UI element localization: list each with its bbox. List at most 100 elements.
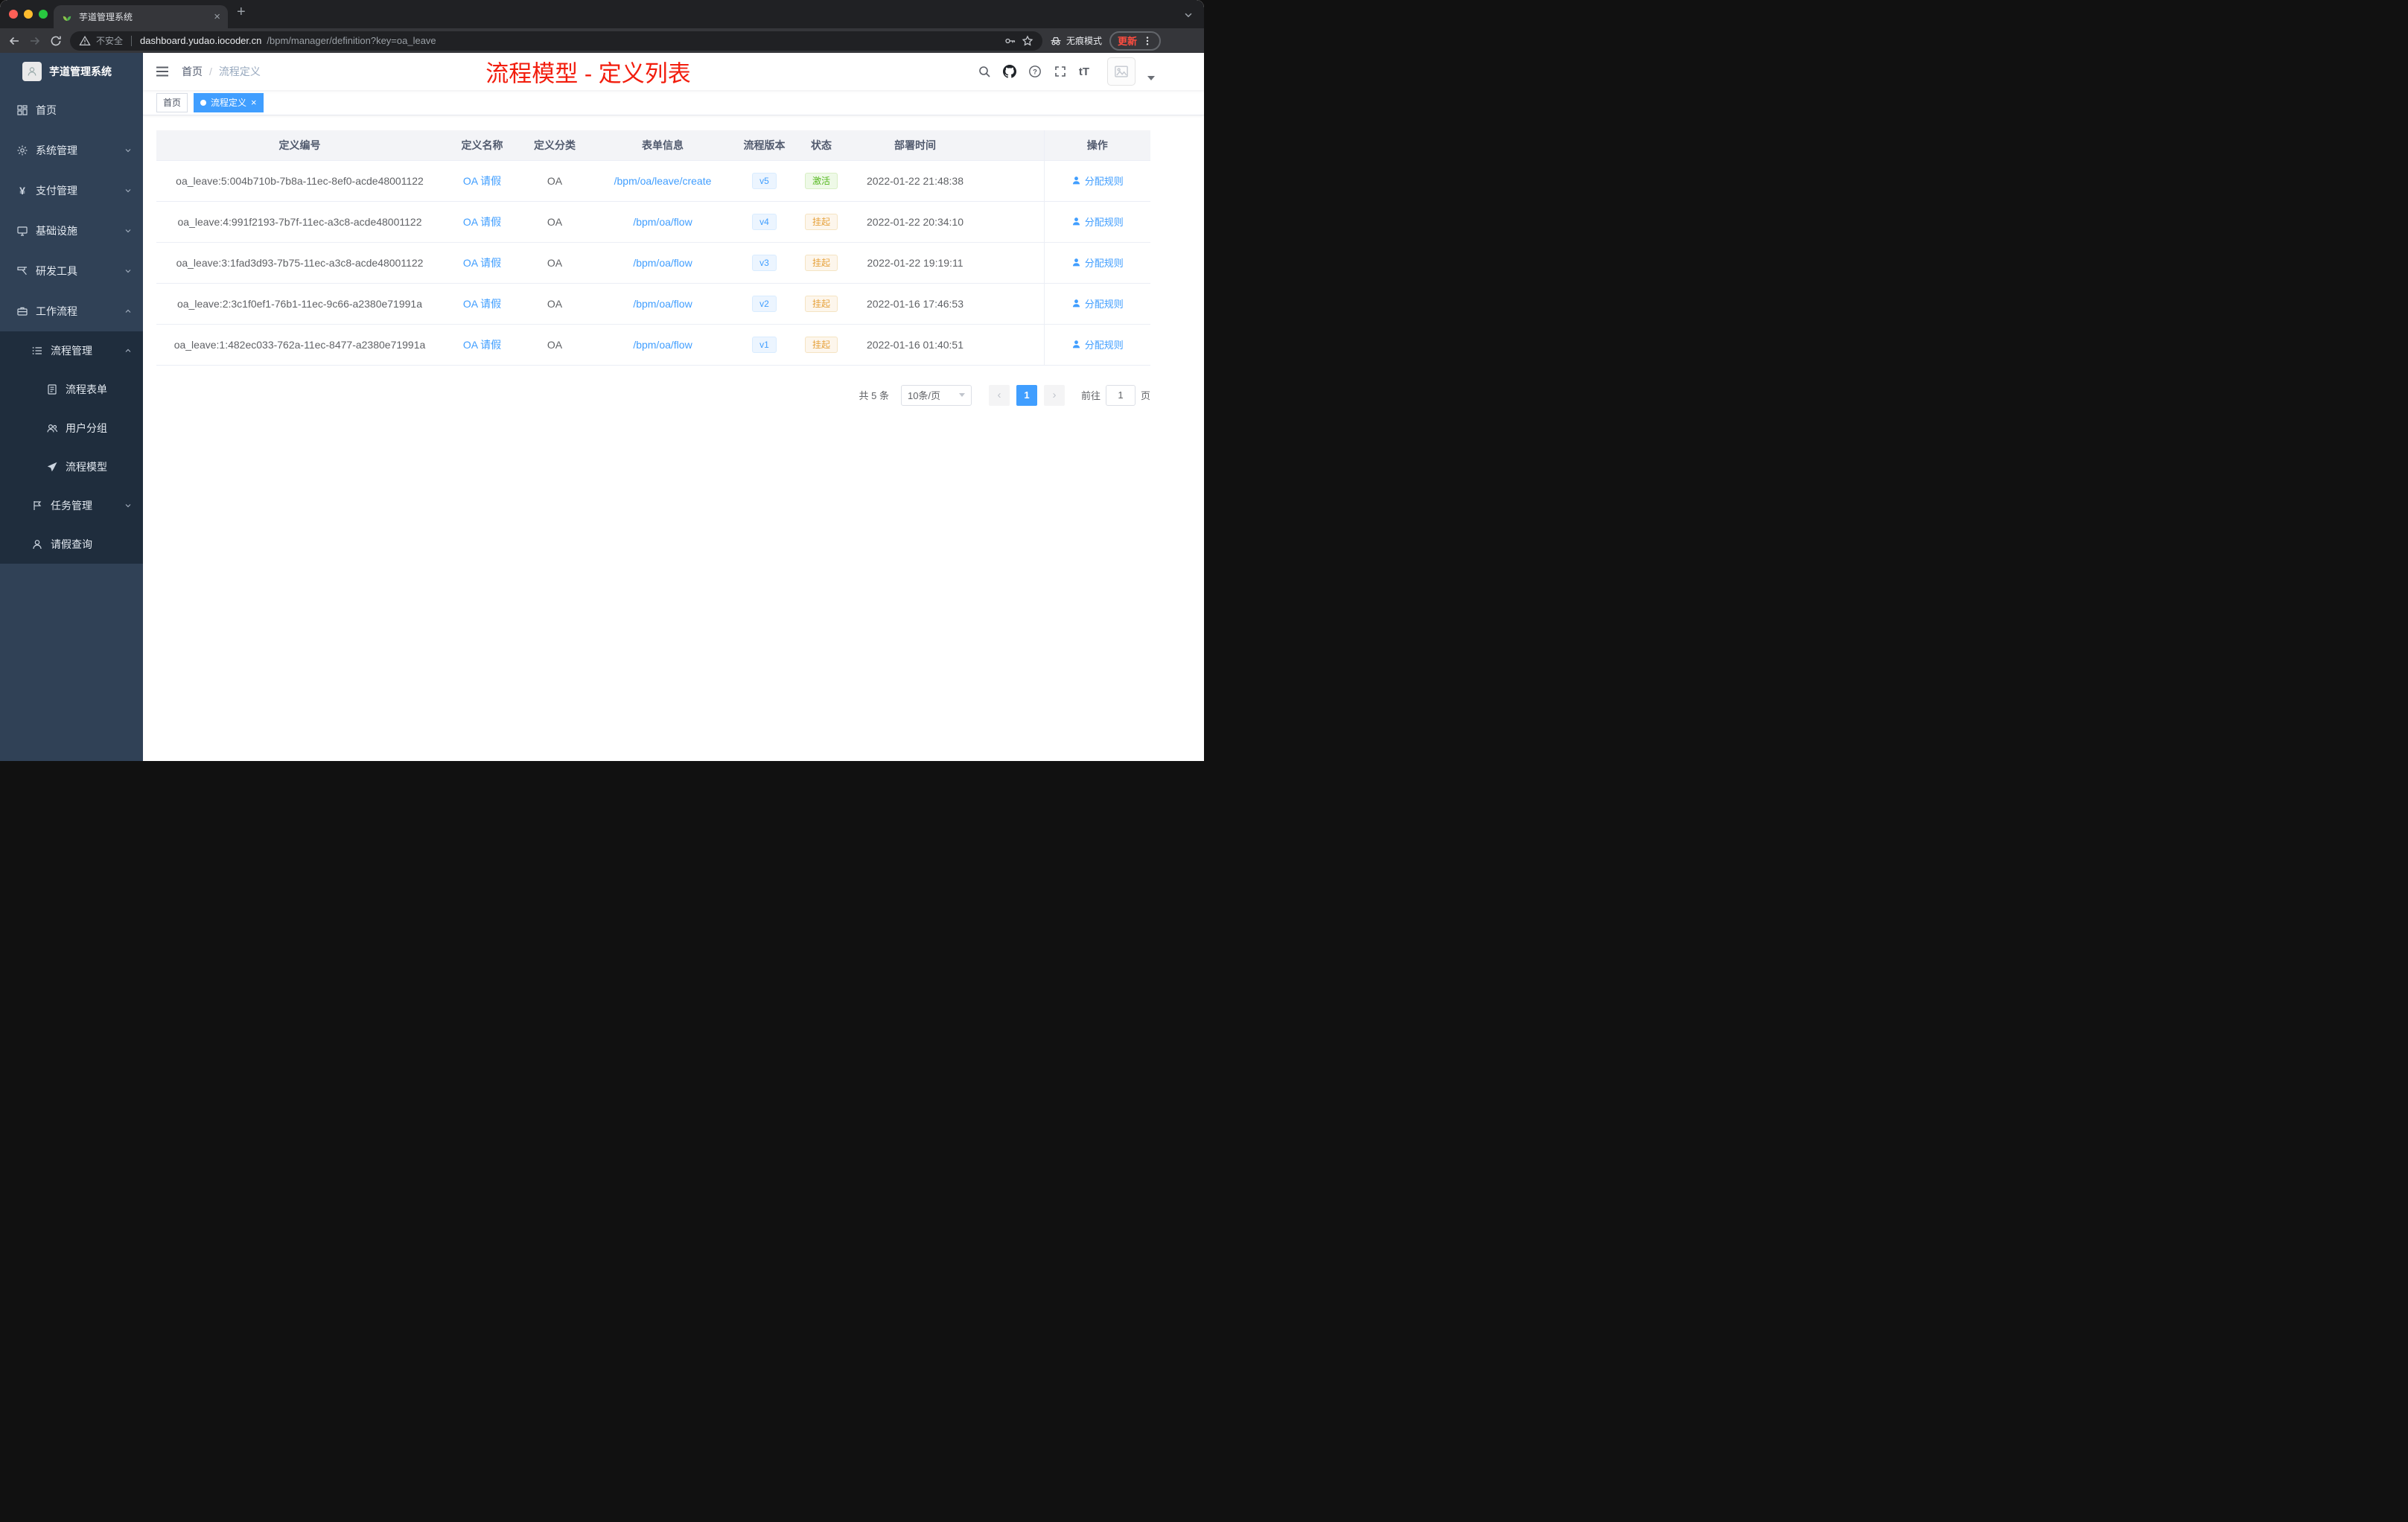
address-bar[interactable]: 不安全 dashboard.yudao.iocoder.cn /bpm/mana…	[70, 31, 1042, 51]
assign-rule-link[interactable]: 分配规则	[1071, 214, 1124, 229]
sidebar-item-label: 工作流程	[36, 305, 77, 317]
reload-icon[interactable]	[49, 34, 63, 48]
chevron-up-icon	[125, 348, 131, 352]
user-icon	[33, 540, 42, 550]
close-window-button[interactable]	[9, 10, 18, 19]
sidebar-item-system[interactable]: 系统管理	[0, 130, 143, 171]
goto-page-input[interactable]	[1105, 384, 1135, 406]
deploy-time: 2022-01-22 19:19:11	[851, 242, 979, 284]
assign-rule-link[interactable]: 分配规则	[1071, 255, 1124, 270]
browser-update-button[interactable]: 更新	[1109, 31, 1161, 51]
tags-bar: 首页 流程定义 ×	[143, 90, 1204, 115]
next-page-button[interactable]: ›	[1043, 384, 1065, 406]
version-badge: v4	[752, 213, 777, 230]
table-row: oa_leave:4:991f2193-7b7f-11ec-a3c8-acde4…	[156, 201, 1150, 243]
sidebar-item-dev-tools[interactable]: 研发工具	[0, 251, 143, 291]
font-size-icon[interactable]: tT	[1079, 66, 1089, 78]
sidebar-item-workflow[interactable]: 工作流程	[0, 291, 143, 331]
sidebar-item-infrastructure[interactable]: 基础设施	[0, 211, 143, 251]
flag-icon	[34, 501, 42, 510]
minimize-window-button[interactable]	[24, 10, 33, 19]
sidebar-item-label: 基础设施	[36, 225, 77, 237]
assign-rule-link[interactable]: 分配规则	[1071, 173, 1124, 188]
password-key-icon[interactable]	[1004, 35, 1016, 47]
form-info-link[interactable]: /bpm/oa/flow	[633, 216, 692, 228]
form-info-link[interactable]: /bpm/oa/flow	[633, 339, 692, 351]
new-tab-button[interactable]: +	[237, 4, 246, 21]
table-row: oa_leave:5:004b710b-7b8a-11ec-8ef0-acde4…	[156, 160, 1150, 202]
tag-close-icon[interactable]: ×	[251, 98, 257, 107]
sidebar-item-label: 研发工具	[36, 265, 77, 277]
form-info-link[interactable]: /bpm/oa/flow	[633, 298, 692, 310]
help-icon[interactable]: ?	[1028, 65, 1042, 78]
fullscreen-icon[interactable]	[1054, 65, 1067, 78]
pagination-total: 共 5 条	[859, 390, 889, 401]
back-icon[interactable]	[7, 34, 21, 48]
avatar-caret-icon[interactable]	[1147, 76, 1155, 80]
deploy-time: 2022-01-16 01:40:51	[851, 324, 979, 366]
page-size-select[interactable]: 10条/页	[900, 384, 972, 406]
page-number-button[interactable]: 1	[1016, 384, 1037, 406]
sidebar-item-task-management[interactable]: 任务管理	[0, 486, 143, 525]
status-badge: 挂起	[804, 295, 838, 312]
status-badge: 激活	[804, 172, 838, 189]
sidebar-item-label: 请假查询	[51, 538, 92, 550]
user-icon	[1072, 217, 1080, 226]
sidebar-item-process-management[interactable]: 流程管理	[0, 331, 143, 370]
definition-name-link[interactable]: OA 请假	[463, 175, 501, 187]
forward-icon[interactable]	[28, 34, 42, 48]
deploy-time: 2022-01-22 21:48:38	[851, 160, 979, 202]
chevron-up-icon	[125, 309, 131, 313]
spacer-cell	[979, 283, 1044, 325]
definition-category: OA	[521, 324, 588, 366]
sidebar-item-process-form[interactable]: 流程表单	[0, 370, 143, 409]
form-info-link[interactable]: /bpm/oa/leave/create	[614, 175, 712, 187]
version-badge: v3	[752, 254, 777, 271]
version-badge: v2	[752, 295, 777, 312]
url-path: /bpm/manager/definition?key=oa_leave	[267, 35, 436, 46]
logo-avatar	[22, 62, 42, 81]
window-controls	[9, 10, 48, 19]
user-avatar[interactable]	[1107, 57, 1135, 86]
dashboard-icon	[17, 105, 28, 115]
version-badge: v5	[752, 172, 777, 189]
tag-home[interactable]: 首页	[156, 92, 188, 112]
definition-category: OA	[521, 160, 588, 202]
zoom-window-button[interactable]	[39, 10, 48, 19]
chevron-down-icon	[125, 270, 131, 273]
browser-window: 芋道管理系统 × + 不安全 dashboard.yudao.iocoder.c…	[0, 0, 1204, 761]
form-info-link[interactable]: /bpm/oa/flow	[633, 257, 692, 269]
list-icon	[32, 347, 42, 354]
sidebar-item-label: 首页	[36, 104, 57, 116]
bookmark-star-icon[interactable]	[1022, 35, 1033, 47]
sidebar-item-leave-query[interactable]: 请假查询	[0, 525, 143, 564]
main-header: 首页 / 流程定义 流程模型 - 定义列表 ? tT	[143, 53, 1204, 90]
definition-name-link[interactable]: OA 请假	[463, 257, 501, 269]
assign-rule-link[interactable]: 分配规则	[1071, 296, 1124, 311]
definition-name-link[interactable]: OA 请假	[463, 339, 501, 351]
search-icon[interactable]	[978, 65, 991, 78]
page-annotation: 流程模型 - 定义列表	[485, 60, 691, 87]
tab-search-icon[interactable]	[1183, 10, 1194, 20]
sidebar-item-label: 流程管理	[51, 345, 92, 357]
browser-tab[interactable]: 芋道管理系统 ×	[54, 5, 228, 28]
github-icon[interactable]	[1002, 65, 1016, 78]
tab-title: 芋道管理系统	[79, 12, 133, 22]
definition-name-link[interactable]: OA 请假	[463, 216, 501, 228]
spacer-cell	[979, 324, 1044, 366]
sidebar-toggle-icon[interactable]	[155, 64, 170, 79]
assign-rule-link[interactable]: 分配规则	[1071, 337, 1124, 351]
sidebar-item-process-model[interactable]: 流程模型	[0, 448, 143, 486]
browser-menu-icon[interactable]	[1142, 36, 1153, 46]
briefcase-icon	[17, 307, 28, 316]
sidebar: 芋道管理系统 首页 系统管理 ¥ 支付管理 基础设施 研发工具 工作流程 流程管…	[0, 53, 143, 761]
sidebar-item-payment[interactable]: ¥ 支付管理	[0, 171, 143, 211]
definition-name-link[interactable]: OA 请假	[463, 298, 501, 310]
sidebar-item-label: 流程表单	[66, 383, 107, 395]
sidebar-item-home[interactable]: 首页	[0, 90, 143, 130]
prev-page-button[interactable]: ‹	[988, 384, 1010, 406]
tag-process-definition[interactable]: 流程定义 ×	[194, 92, 264, 112]
sidebar-item-user-group[interactable]: 用户分组	[0, 409, 143, 448]
breadcrumb-home[interactable]: 首页	[182, 64, 203, 79]
tab-close-icon[interactable]: ×	[214, 11, 220, 22]
